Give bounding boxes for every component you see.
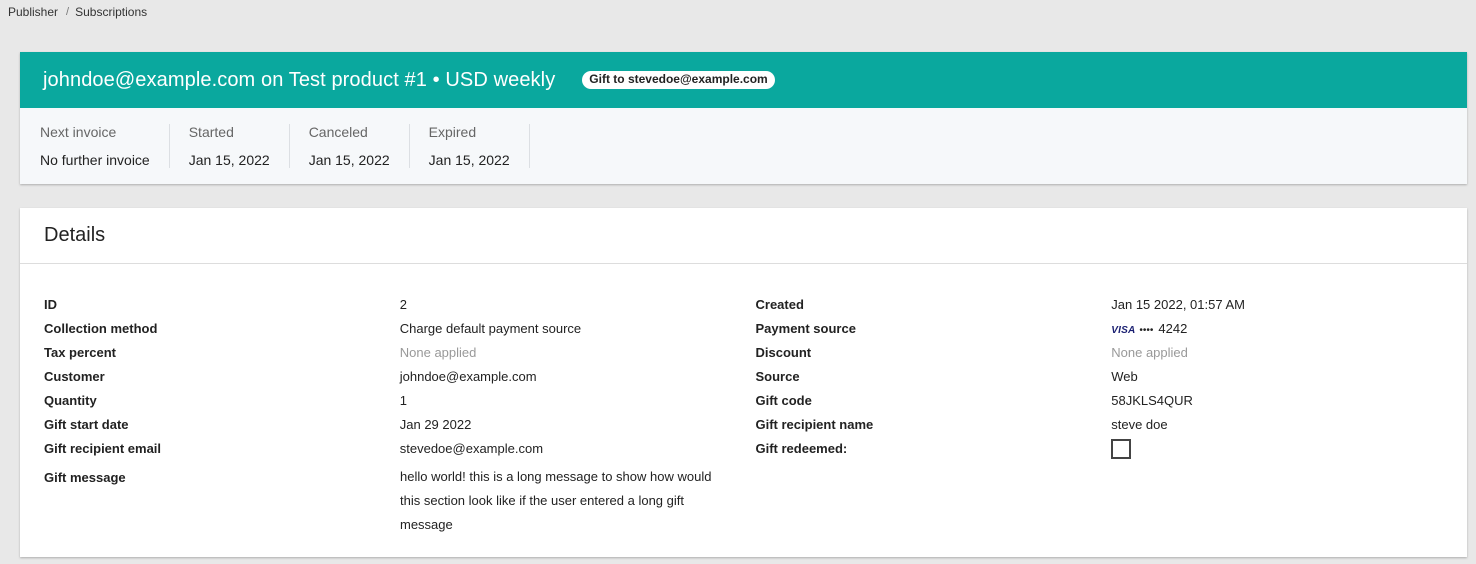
breadcrumb: Publisher / Subscriptions [8, 5, 147, 19]
card-mask: •••• [1139, 324, 1154, 336]
stat-canceled: Canceled Jan 15, 2022 [290, 124, 410, 168]
field-label-quantity: Quantity [44, 392, 97, 408]
field-label-gift-recipient-email: Gift recipient email [44, 441, 162, 456]
card-last4: 4242 [1158, 320, 1188, 336]
field-label-gift-start-date: Gift start date [44, 416, 129, 432]
field-value-quantity: 1 [399, 392, 407, 408]
details-row: Gift recipient email stevedoe@example.co… [44, 436, 1467, 465]
gift-badge: Gift to stevedoe@example.com [582, 71, 775, 89]
visa-card-icon: VISA [1111, 324, 1136, 336]
field-label-gift-code: Gift code [755, 392, 812, 408]
breadcrumb-separator: / [66, 6, 70, 18]
stat-value: No further invoice [40, 152, 150, 168]
field-value-created: Jan 15 2022, 01:57 AM [1111, 296, 1245, 312]
field-label-gift-message: Gift message [44, 470, 126, 485]
stat-label: Expired [428, 124, 477, 140]
details-row: Gift message hello world! this is a long… [44, 469, 1467, 537]
field-value-customer: johndoe@example.com [399, 368, 537, 384]
title-bar: johndoe@example.com on Test product #1 •… [20, 52, 1467, 108]
field-label-payment-source: Payment source [755, 320, 856, 336]
field-label-tax-percent: Tax percent [44, 344, 117, 360]
stat-label: Next invoice [40, 124, 117, 140]
details-row: Collection method Charge default payment… [44, 316, 1467, 340]
stat-value: Jan 15, 2022 [188, 152, 270, 168]
details-row: Tax percent None applied Discount None a… [44, 340, 1467, 364]
field-label-gift-redeemed: Gift redeemed: [755, 441, 848, 456]
subscription-header-card: johndoe@example.com on Test product #1 •… [20, 52, 1467, 184]
details-title: Details [44, 224, 106, 246]
stat-value: Jan 15, 2022 [428, 152, 510, 168]
details-row: Gift start date Jan 29 2022 Gift recipie… [44, 412, 1467, 436]
field-label-id: ID [44, 296, 57, 312]
field-value-gift-redeemed [1111, 439, 1467, 462]
field-value-discount: None applied [1111, 344, 1188, 360]
field-value-gift-recipient-name: steve doe [1111, 416, 1168, 432]
subscription-stats: Next invoice No further invoice Started … [20, 108, 1467, 184]
field-label-source: Source [755, 368, 800, 384]
field-label-collection-method: Collection method [44, 320, 158, 336]
stat-started: Started Jan 15, 2022 [170, 124, 290, 168]
details-row: Quantity 1 Gift code 58JKLS4QUR [44, 388, 1467, 412]
field-value-id: 2 [399, 296, 407, 312]
field-value-tax-percent: None applied [399, 344, 477, 360]
field-label-created: Created [755, 296, 804, 312]
subscription-title: johndoe@example.com on Test product #1 •… [43, 68, 556, 91]
field-label-gift-recipient-name: Gift recipient name [755, 416, 874, 432]
details-row: Customer johndoe@example.com Source Web [44, 364, 1467, 388]
stat-label: Canceled [308, 124, 368, 140]
details-card: Details ID 2 Created Jan 15 2022, 01:57 … [20, 208, 1467, 557]
field-value-payment-source: VISA •••• 4242 [1111, 321, 1467, 336]
field-label-discount: Discount [755, 344, 812, 360]
gift-redeemed-checkbox[interactable] [1111, 439, 1132, 459]
field-value-gift-start-date: Jan 29 2022 [399, 416, 472, 432]
breadcrumb-subscriptions[interactable]: Subscriptions [75, 5, 147, 19]
stat-next-invoice: Next invoice No further invoice [40, 124, 170, 168]
stat-label: Started [188, 124, 234, 140]
details-grid: ID 2 Created Jan 15 2022, 01:57 AM Colle… [44, 292, 1467, 537]
breadcrumb-publisher[interactable]: Publisher [8, 5, 58, 19]
stat-expired: Expired Jan 15, 2022 [410, 124, 530, 168]
field-value-gift-recipient-email: stevedoe@example.com [399, 441, 544, 456]
field-value-collection-method: Charge default payment source [399, 320, 582, 336]
field-label-customer: Customer [44, 368, 105, 384]
stat-value: Jan 15, 2022 [308, 152, 390, 168]
field-value-source: Web [1111, 368, 1138, 384]
field-value-gift-message: hello world! this is a long message to s… [400, 469, 712, 532]
details-row: ID 2 Created Jan 15 2022, 01:57 AM [44, 292, 1467, 316]
details-header: Details [20, 208, 1467, 264]
field-value-gift-code: 58JKLS4QUR [1111, 392, 1193, 408]
